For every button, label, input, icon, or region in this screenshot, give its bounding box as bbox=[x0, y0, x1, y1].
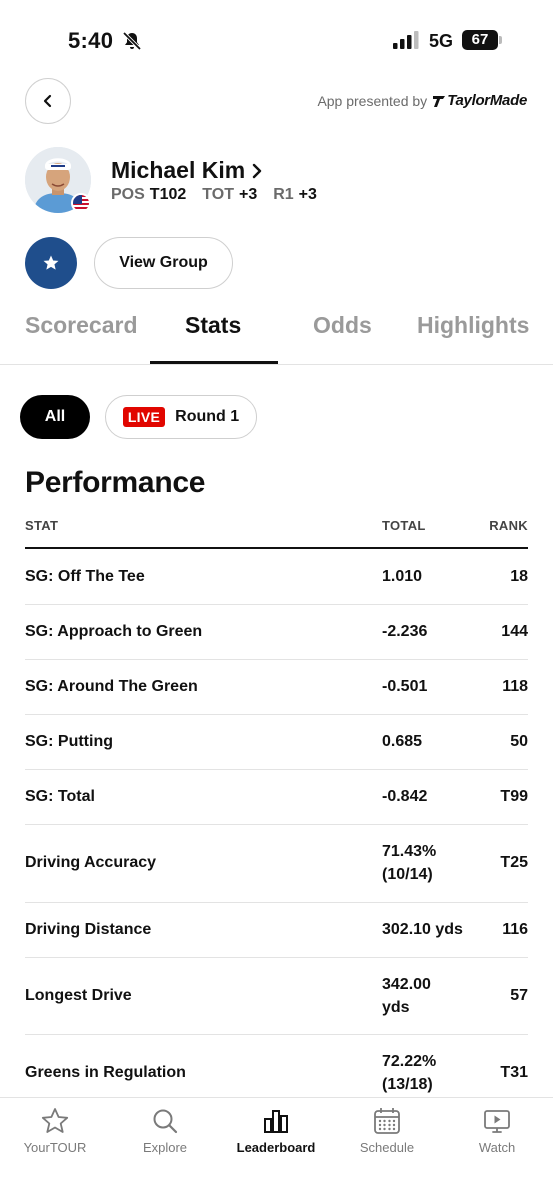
stat-name: SG: Around The Green bbox=[25, 678, 198, 695]
calendar-icon bbox=[374, 1108, 400, 1134]
search-icon bbox=[153, 1109, 178, 1134]
nav-watch[interactable]: Watch bbox=[442, 1106, 552, 1155]
stat-name: Longest Drive bbox=[25, 987, 132, 1004]
performance-title: Performance bbox=[25, 466, 206, 499]
stat-name: SG: Total bbox=[25, 788, 95, 805]
bell-muted-icon bbox=[122, 31, 142, 51]
stat-total: 302.10 yds bbox=[382, 921, 463, 938]
sponsor-banner: App presented by TaylorMade bbox=[317, 92, 527, 109]
view-group-button[interactable]: View Group bbox=[94, 237, 233, 289]
status-time: 5:40 bbox=[68, 28, 114, 53]
round1-value: +3 bbox=[298, 186, 317, 203]
stat-total: 71.43% (10/14) bbox=[382, 843, 437, 883]
stat-name: Greens in Regulation bbox=[25, 1064, 186, 1081]
nav-label: YourTOUR bbox=[23, 1140, 87, 1155]
nav-explore[interactable]: Explore bbox=[110, 1106, 220, 1155]
stat-rank: 50 bbox=[510, 733, 528, 750]
stat-name: SG: Putting bbox=[25, 733, 113, 750]
stat-rank: 116 bbox=[502, 921, 528, 938]
star-icon bbox=[43, 255, 59, 270]
nav-leaderboard[interactable]: Leaderboard bbox=[221, 1106, 331, 1155]
nav-schedule[interactable]: Schedule bbox=[332, 1106, 442, 1155]
battery-tip bbox=[499, 36, 502, 44]
stat-name: SG: Approach to Green bbox=[25, 623, 203, 640]
nav-label: Leaderboard bbox=[236, 1140, 316, 1155]
favorite-button[interactable] bbox=[25, 237, 77, 289]
nav-label: Explore bbox=[142, 1140, 188, 1155]
table-row: SG: Putting 0.685 50 bbox=[25, 715, 528, 770]
filter-round-chip[interactable]: LIVE Round 1 bbox=[105, 395, 257, 439]
flag-usa-icon bbox=[71, 193, 91, 213]
round1-label: R1 bbox=[273, 186, 294, 203]
chevron-left-icon bbox=[43, 94, 52, 108]
active-tab-indicator bbox=[150, 361, 278, 364]
battery-indicator: 67 bbox=[462, 30, 498, 50]
table-header: STAT TOTAL RANK bbox=[25, 505, 528, 549]
stat-name: Driving Distance bbox=[25, 921, 152, 938]
header-total: TOTAL bbox=[382, 518, 426, 533]
bar-chart-icon bbox=[264, 1110, 288, 1133]
stat-rank: 18 bbox=[510, 568, 528, 585]
header-stat: STAT bbox=[25, 518, 59, 533]
stat-total: 72.22% (13/18) bbox=[382, 1053, 437, 1093]
signal-icon bbox=[393, 31, 419, 49]
performance-table: STAT TOTAL RANK SG: Off The Tee 1.010 18… bbox=[25, 505, 528, 1113]
stat-rank: T31 bbox=[500, 1064, 528, 1081]
total-stat: TOT +3 bbox=[202, 186, 257, 204]
nav-yourtour[interactable]: YourTOUR bbox=[0, 1106, 110, 1155]
player-name: Michael Kim bbox=[111, 157, 246, 183]
table-row: Longest Drive 342.00 yds 57 bbox=[25, 958, 528, 1035]
chevron-right-icon bbox=[253, 163, 262, 178]
sponsor-text: App presented by bbox=[317, 92, 428, 109]
position-value: T102 bbox=[149, 186, 187, 203]
position-stat: POS T102 bbox=[111, 186, 186, 204]
stat-rank: 57 bbox=[510, 987, 528, 1004]
sponsor-logo: TaylorMade bbox=[433, 92, 527, 109]
player-name-link[interactable]: Michael Kim bbox=[111, 157, 263, 184]
network-label: 5G bbox=[429, 31, 454, 51]
stat-total: -2.236 bbox=[382, 623, 428, 640]
stat-name: Driving Accuracy bbox=[25, 854, 157, 871]
table-row: SG: Around The Green -0.501 118 bbox=[25, 660, 528, 715]
sponsor-logo-text: TaylorMade bbox=[447, 92, 527, 109]
position-label: POS bbox=[111, 186, 145, 203]
tab-stats[interactable]: Stats bbox=[185, 312, 241, 339]
table-row: Driving Distance 302.10 yds 116 bbox=[25, 903, 528, 958]
stat-name: SG: Off The Tee bbox=[25, 568, 145, 585]
filter-all-chip[interactable]: All bbox=[20, 395, 90, 439]
nav-label: Watch bbox=[478, 1140, 516, 1155]
play-screen-icon bbox=[484, 1110, 510, 1133]
taylormade-t-icon bbox=[433, 95, 446, 107]
stat-total: 1.010 bbox=[382, 568, 423, 585]
round1-stat: R1 +3 bbox=[273, 186, 317, 204]
round-label: Round 1 bbox=[175, 408, 240, 425]
stat-total: -0.501 bbox=[382, 678, 428, 695]
player-meta: POS T102 TOT +3 R1 +3 bbox=[111, 186, 317, 204]
table-row: SG: Total -0.842 T99 bbox=[25, 770, 528, 825]
table-row: SG: Approach to Green -2.236 144 bbox=[25, 605, 528, 660]
stat-total: -0.842 bbox=[382, 788, 428, 805]
stat-rank: 118 bbox=[502, 678, 528, 695]
table-row: Driving Accuracy 71.43% (10/14) T25 bbox=[25, 825, 528, 903]
star-outline-icon bbox=[41, 1108, 69, 1133]
total-value: +3 bbox=[238, 186, 258, 203]
back-button[interactable] bbox=[25, 78, 71, 124]
tab-odds[interactable]: Odds bbox=[313, 312, 372, 339]
nav-label: Schedule bbox=[359, 1140, 415, 1155]
tab-bar: Scorecard Stats Odds Highlights bbox=[0, 300, 553, 365]
status-bar: 5:40 5G 67 bbox=[0, 0, 553, 78]
tab-highlights[interactable]: Highlights bbox=[417, 312, 529, 339]
header-rank: RANK bbox=[489, 518, 528, 533]
bottom-nav: YourTOUR Explore Leaderboard Schedule Wa… bbox=[0, 1097, 553, 1200]
tab-scorecard[interactable]: Scorecard bbox=[25, 312, 138, 339]
table-row: SG: Off The Tee 1.010 18 bbox=[25, 549, 528, 605]
stat-total: 0.685 bbox=[382, 733, 423, 750]
live-badge: LIVE bbox=[122, 407, 166, 427]
stat-rank: T99 bbox=[500, 788, 528, 805]
stat-total: 342.00 yds bbox=[382, 976, 431, 1016]
total-label: TOT bbox=[202, 186, 234, 203]
stat-rank: 144 bbox=[501, 623, 528, 640]
stat-rank: T25 bbox=[500, 854, 528, 871]
